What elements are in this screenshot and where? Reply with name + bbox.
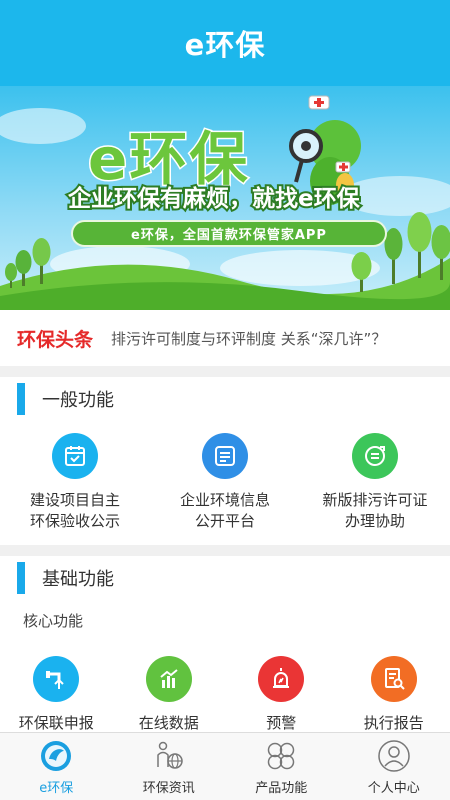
tab-products[interactable]: 产品功能 (225, 733, 338, 800)
headline-tag: 环保头条 (17, 328, 94, 351)
top-app-bar: e环保 (0, 0, 450, 86)
tab-profile[interactable]: 个人中心 (338, 733, 450, 800)
person-globe-icon (157, 741, 183, 769)
function-label: 企业环境信息 公开平台 (179, 491, 270, 530)
function-label: 建设项目自主 环保验收公示 (29, 491, 120, 530)
app-screen: e环保 e环保 企业环保有麻烦，就找e环保 e环保，全国首款环保管家APP 环保… (0, 0, 450, 800)
document-list-icon (202, 433, 248, 479)
alarm-icon (258, 656, 305, 702)
tab-label: 个人中心 (367, 781, 420, 796)
section-subtitle: 核心功能 (23, 612, 84, 630)
headline-text[interactable]: 排污许可制度与环评制度 关系“深几许”？ (111, 328, 386, 349)
clover-icon (268, 742, 295, 770)
function-env-info-platform[interactable]: 企业环境信息 公开平台 (150, 433, 300, 532)
app-title: e环保 (184, 28, 266, 62)
tab-label: 产品功能 (255, 781, 308, 796)
function-label: 新版排污许可证 办理协助 (322, 491, 428, 530)
section-title: 一般功能 (42, 390, 114, 411)
basic-functions-section: 基础功能 核心功能 环保联申报 在线数据 预警 执行报告 (0, 556, 450, 732)
report-search-icon (370, 656, 417, 702)
list-arrow-icon (352, 433, 398, 479)
function-label: 执行报告 (363, 714, 424, 732)
banner-tagline: e环保，全国首款环保管家APP (71, 220, 387, 247)
tab-label: 环保资讯 (142, 781, 195, 796)
general-functions-grid: 建设项目自主 环保验收公示 企业环境信息 公开平台 新版排污许可证 办理协助 (0, 433, 450, 532)
function-label: 在线数据 (138, 714, 199, 732)
function-discharge-permit[interactable]: 新版排污许可证 办理协助 (300, 433, 450, 532)
function-project-acceptance[interactable]: 建设项目自主 环保验收公示 (0, 433, 150, 532)
function-label: 预警 (266, 714, 297, 732)
section-header: 基础功能 (0, 556, 450, 600)
calendar-check-icon (52, 433, 98, 479)
function-warning[interactable]: 预警 (225, 656, 338, 734)
section-accent-bar (17, 562, 25, 594)
tab-label: e环保 (39, 781, 74, 796)
tab-home[interactable]: e环保 (0, 733, 113, 800)
bottom-tab-bar: e环保 环保资讯 产品功能 个人中心 (0, 732, 450, 800)
bar-chart-icon (145, 656, 192, 702)
general-functions-section: 一般功能 建设项目自主 环保验收公示 企业环境信息 公开平台 新版排污许可证 办… (0, 377, 450, 545)
banner-slogan: 企业环保有麻烦，就找e环保 (66, 184, 362, 214)
section-title: 基础功能 (42, 569, 114, 590)
user-icon (378, 740, 410, 772)
function-label: 环保联申报 (18, 714, 94, 732)
section-header: 一般功能 (0, 377, 450, 421)
promo-banner[interactable]: e环保 企业环保有麻烦，就找e环保 e环保，全国首款环保管家APP (0, 86, 450, 310)
function-online-data[interactable]: 在线数据 (113, 656, 226, 734)
home-leaf-icon (41, 741, 72, 771)
tab-news[interactable]: 环保资讯 (113, 733, 226, 800)
function-execution-report[interactable]: 执行报告 (338, 656, 450, 734)
section-accent-bar (17, 383, 25, 415)
upload-pipe-icon (33, 656, 80, 702)
basic-functions-grid: 环保联申报 在线数据 预警 执行报告 (0, 656, 450, 734)
function-joint-declaration[interactable]: 环保联申报 (0, 656, 113, 734)
headline-ticker[interactable]: 环保头条 排污许可制度与环评制度 关系“深几许”？ (0, 310, 450, 366)
